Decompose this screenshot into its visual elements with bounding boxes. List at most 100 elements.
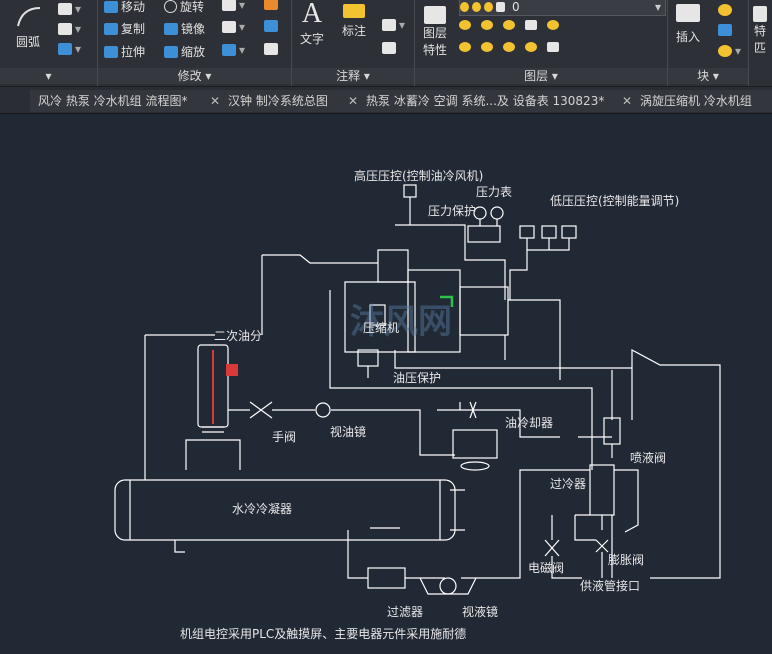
insert-button[interactable]: 插入 (676, 4, 700, 45)
label-oil-pressure: 油压保护 (393, 371, 441, 385)
lock-icon (484, 2, 493, 12)
label-hand-valve: 手阀 (272, 430, 296, 444)
layer-tool-icon (525, 20, 537, 30)
document-tabbar: 风冷 热泵 冷水机组 流程图* ✕ 汉钟 制冷系统总图 ✕ 热泵 冰蓄冷 空调 系统… (0, 87, 772, 114)
color-swatch-icon (496, 2, 505, 12)
bulb-icon (460, 2, 469, 12)
layer-dropdown[interactable]: 0 ▾ (459, 0, 666, 16)
properties-panel: 特 匹 (749, 0, 772, 86)
draw-tool-3[interactable]: ▾ (58, 42, 81, 56)
label-lp-switch: 低压压控(控制能量调节) (550, 194, 679, 208)
layer-tool-icon (547, 42, 559, 52)
rotate-button[interactable]: 旋转 (164, 0, 204, 15)
ribbon: 圆弧 ▾ ▾ ▾ ▾ 移动 旋转 ▾ 复制 镜像 ▾ 拉伸 缩放 ▾ 修改 ▾ … (0, 0, 772, 87)
erase-button[interactable] (264, 0, 278, 10)
props-line2: 匹 (753, 41, 766, 55)
sun-icon (472, 2, 481, 12)
label-supply-port: 供液管接口 (580, 578, 640, 593)
doc-tab[interactable]: 汉钟 制冷系统总图 ✕ (220, 90, 365, 112)
modify-panel-title[interactable]: 修改 ▾ (98, 68, 291, 84)
modify-panel: 移动 旋转 ▾ 复制 镜像 ▾ 拉伸 缩放 ▾ 修改 ▾ (98, 0, 292, 86)
text-button[interactable]: A 文字 (300, 0, 324, 47)
layer-properties-icon (424, 6, 446, 24)
attribute-icon (718, 45, 732, 57)
rotate-label: 旋转 (180, 0, 205, 14)
create-block-icon (718, 4, 732, 16)
layer-value: 0 (512, 0, 520, 14)
rotate-icon (164, 0, 177, 13)
explode-button[interactable] (264, 20, 278, 32)
block-tool-2[interactable] (718, 24, 732, 36)
close-icon[interactable]: ✕ (622, 90, 632, 112)
table-icon (382, 42, 396, 54)
label-subcooler: 过冷器 (550, 477, 586, 491)
dimension-label: 标注 (342, 24, 367, 38)
scale-button[interactable]: 缩放 (164, 43, 205, 60)
layer-tools-row2[interactable] (459, 42, 559, 52)
annotation-panel-title[interactable]: 注释 ▾ (292, 68, 414, 84)
separator-red-port (226, 364, 238, 376)
move-button[interactable]: 移动 (104, 0, 145, 15)
dimension-button[interactable]: 标注 (342, 4, 366, 39)
block-panel-title[interactable]: 块 ▾ (668, 68, 748, 84)
layer-properties-button[interactable]: 图层 特性 (423, 6, 447, 58)
copy-button[interactable]: 复制 (104, 20, 145, 37)
arc-label: 圆弧 (15, 35, 40, 49)
layers-panel-title[interactable]: 图层 ▾ (415, 68, 667, 84)
layers-title-label: 图层 (524, 69, 549, 83)
arc-button[interactable]: 圆弧 (14, 4, 42, 50)
draw-tool-1[interactable]: ▾ (58, 2, 81, 16)
layer-props-line2: 特性 (423, 43, 448, 57)
layer-tools-row1[interactable] (459, 20, 559, 30)
offset-button[interactable] (264, 43, 278, 55)
doc-tab-label: 风冷 热泵 冷水机组 流程图* (38, 94, 188, 108)
drawing-canvas[interactable]: 沐风网 高压压控(控制油冷风机) 压力表 压力保护 低压压控(控制能量调节) 二… (0, 114, 772, 654)
layer-tool-icon (459, 20, 471, 30)
array-button[interactable]: ▾ (222, 43, 245, 57)
move-label: 移动 (121, 0, 146, 14)
block-tool-3[interactable]: ▾ (718, 44, 741, 58)
doc-tab[interactable]: 风冷 热泵 冷水机组 流程图* ✕ (30, 90, 227, 112)
table-button[interactable] (382, 42, 396, 54)
draw-panel-title[interactable]: ▾ (0, 68, 97, 84)
leader-button[interactable]: ▾ (382, 18, 405, 32)
block-title-label: 块 (697, 69, 710, 83)
close-icon[interactable]: ✕ (210, 90, 220, 112)
hp-switch-box (403, 184, 417, 198)
stretch-icon (104, 45, 118, 58)
doc-tab[interactable]: 涡旋压缩机 冷水机组 (632, 90, 772, 112)
modify-title-label: 修改 (177, 69, 202, 83)
close-icon[interactable]: ✕ (348, 90, 358, 112)
layer-props-line1: 图层 (423, 26, 448, 40)
match-properties-button[interactable]: 特 匹 (753, 6, 767, 56)
doc-tab-label: 汉钟 制冷系统总图 (228, 94, 328, 108)
stretch-button[interactable]: 拉伸 (104, 43, 145, 60)
copy-label: 复制 (121, 22, 146, 36)
layer-tool-icon (481, 20, 493, 30)
trim-button[interactable]: ▾ (222, 0, 245, 12)
draw-tool-2[interactable]: ▾ (58, 22, 81, 36)
lp-switch-2 (541, 225, 557, 239)
layer-tool-icon (547, 20, 559, 30)
fillet-button[interactable]: ▾ (222, 20, 245, 34)
label-filter: 过滤器 (387, 605, 423, 619)
leader-icon (382, 19, 396, 31)
label-expansion: 膨胀阀 (608, 553, 644, 567)
label-pressure-protect: 压力保护 (428, 204, 476, 218)
block-tool-1[interactable] (718, 4, 732, 16)
arc-icon (17, 7, 41, 27)
lp-switch-3 (561, 225, 577, 239)
insert-label: 插入 (676, 30, 701, 44)
props-line1: 特 (753, 24, 766, 38)
label-compressor: 压缩机 (363, 320, 399, 335)
layers-panel: 图层 特性 0 ▾ 图层 ▾ (415, 0, 668, 86)
stretch-label: 拉伸 (121, 45, 146, 59)
doc-tab[interactable]: 热泵 冰蓄冷 空调 系统...及 设备表 130823* ✕ (358, 90, 639, 112)
filter (367, 567, 406, 589)
layer-tool-icon (481, 42, 493, 52)
mirror-button[interactable]: 镜像 (164, 20, 205, 37)
erase-icon (264, 0, 278, 10)
label-hp-switch: 高压压控(控制油冷风机) (354, 168, 483, 183)
sight-glass-liquid (439, 577, 457, 595)
annotation-title-label: 注释 (336, 69, 361, 83)
